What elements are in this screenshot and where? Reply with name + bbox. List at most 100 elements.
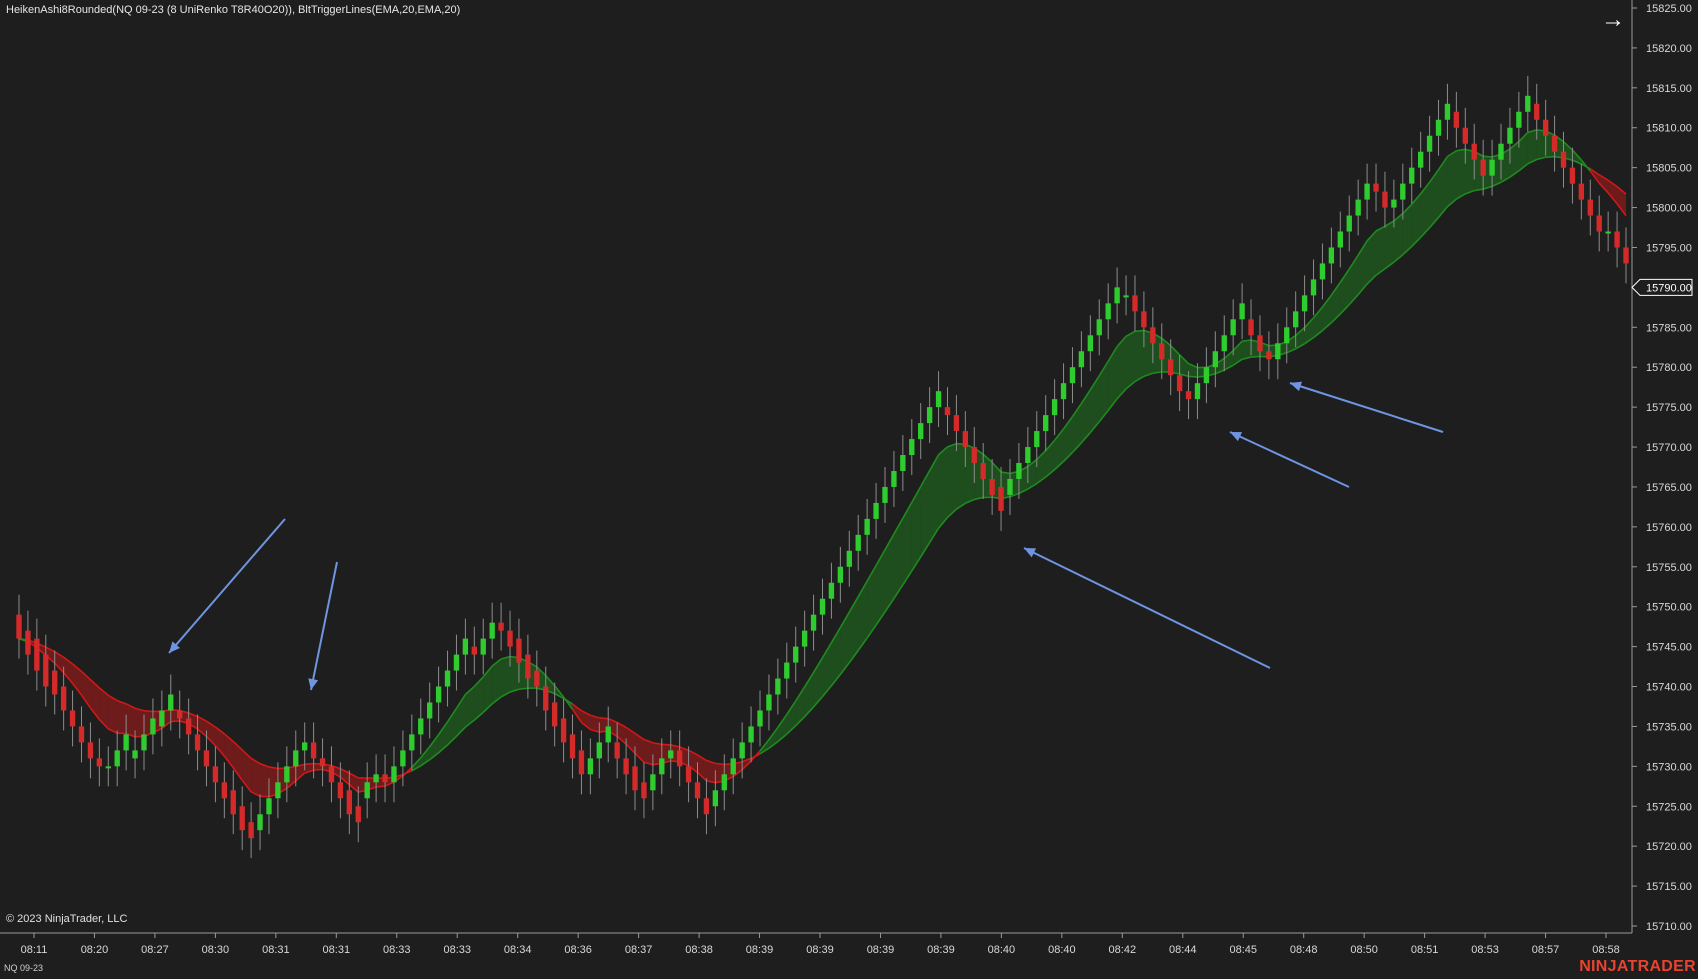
- candle[interactable]: [1123, 275, 1129, 316]
- candle[interactable]: [489, 602, 495, 659]
- candle[interactable]: [1578, 163, 1585, 220]
- candle[interactable]: [703, 778, 710, 835]
- candle[interactable]: [1060, 363, 1067, 420]
- candle[interactable]: [150, 698, 156, 755]
- chart-panel[interactable]: 15825.00 15820.00 15815.00 15810.00 15805.00…: [0, 0, 1698, 979]
- candle[interactable]: [319, 738, 326, 787]
- candle[interactable]: [1426, 115, 1433, 172]
- candle[interactable]: [837, 546, 844, 603]
- candle[interactable]: [1275, 323, 1281, 380]
- candle[interactable]: [721, 754, 727, 811]
- candle[interactable]: [909, 419, 915, 475]
- candle[interactable]: [1373, 163, 1379, 212]
- candle[interactable]: [1435, 99, 1442, 156]
- candle[interactable]: [668, 730, 674, 779]
- candle[interactable]: [926, 387, 933, 444]
- candle[interactable]: [114, 730, 120, 787]
- candle[interactable]: [159, 690, 165, 747]
- candle[interactable]: [212, 746, 219, 803]
- annotation-arrow[interactable]: [308, 561, 338, 691]
- candle[interactable]: [1096, 299, 1102, 356]
- candle[interactable]: [221, 762, 228, 819]
- candle[interactable]: [935, 371, 942, 428]
- candle[interactable]: [1114, 267, 1120, 324]
- candle[interactable]: [1587, 179, 1593, 236]
- candle[interactable]: [801, 610, 808, 667]
- candle[interactable]: [1239, 283, 1245, 340]
- candle[interactable]: [1614, 211, 1620, 268]
- candle[interactable]: [953, 395, 960, 452]
- candle[interactable]: [1337, 211, 1343, 268]
- candle[interactable]: [1453, 91, 1460, 148]
- candle[interactable]: [87, 722, 94, 779]
- candle[interactable]: [766, 674, 772, 731]
- candle[interactable]: [676, 730, 683, 787]
- candle[interactable]: [1417, 131, 1424, 188]
- candle[interactable]: [1007, 459, 1013, 515]
- candle[interactable]: [257, 794, 263, 851]
- candle[interactable]: [1382, 171, 1388, 228]
- candle[interactable]: [1319, 243, 1326, 300]
- candle[interactable]: [1444, 83, 1451, 140]
- candle[interactable]: [1185, 371, 1192, 420]
- candle[interactable]: [284, 746, 290, 803]
- candle[interactable]: [471, 626, 477, 675]
- candle[interactable]: [364, 762, 370, 819]
- candle[interactable]: [1203, 347, 1210, 404]
- candle[interactable]: [132, 730, 138, 779]
- candle[interactable]: [25, 610, 31, 675]
- candle[interactable]: [453, 634, 460, 691]
- candle[interactable]: [641, 762, 647, 819]
- candle[interactable]: [328, 746, 335, 803]
- candle[interactable]: [1132, 275, 1138, 332]
- candle[interactable]: [302, 722, 308, 771]
- candle[interactable]: [864, 498, 870, 555]
- annotation-arrow[interactable]: [1023, 547, 1271, 669]
- candle[interactable]: [1551, 115, 1558, 172]
- annotation-arrow[interactable]: [1289, 381, 1444, 433]
- candle[interactable]: [784, 642, 790, 699]
- candle[interactable]: [1212, 331, 1219, 388]
- candle[interactable]: [105, 746, 111, 787]
- candle[interactable]: [1623, 227, 1629, 284]
- candle[interactable]: [1043, 395, 1049, 452]
- annotation-arrow[interactable]: [1229, 431, 1350, 488]
- candle[interactable]: [828, 562, 835, 619]
- candle[interactable]: [846, 530, 852, 587]
- candle[interactable]: [882, 467, 888, 523]
- candle[interactable]: [16, 594, 22, 659]
- candle[interactable]: [1087, 315, 1094, 372]
- candle[interactable]: [418, 698, 424, 755]
- candle[interactable]: [1284, 307, 1290, 364]
- candle[interactable]: [248, 802, 254, 859]
- candle[interactable]: [748, 706, 754, 763]
- candle[interactable]: [900, 435, 906, 491]
- candle[interactable]: [1355, 179, 1361, 236]
- candle[interactable]: [1596, 195, 1602, 252]
- candle[interactable]: [1266, 331, 1272, 380]
- candle[interactable]: [1364, 163, 1370, 220]
- candle[interactable]: [462, 618, 469, 675]
- candle[interactable]: [444, 650, 451, 707]
- candle[interactable]: [498, 602, 504, 651]
- candle[interactable]: [560, 698, 567, 763]
- candle[interactable]: [793, 626, 799, 683]
- candle[interactable]: [1525, 75, 1531, 132]
- candle[interactable]: [757, 690, 763, 747]
- candle[interactable]: [1105, 283, 1111, 340]
- candle[interactable]: [819, 578, 826, 635]
- candle[interactable]: [1310, 259, 1317, 316]
- candle[interactable]: [391, 746, 397, 803]
- candle[interactable]: [69, 690, 76, 747]
- candle[interactable]: [177, 690, 183, 739]
- candle[interactable]: [1078, 331, 1085, 388]
- candle[interactable]: [355, 786, 361, 843]
- arrow-right-icon[interactable]: →: [1598, 6, 1628, 34]
- candle[interactable]: [185, 698, 192, 755]
- candle[interactable]: [96, 738, 103, 787]
- candle[interactable]: [1257, 315, 1263, 372]
- candle[interactable]: [230, 770, 236, 835]
- candle[interactable]: [43, 634, 49, 707]
- candle[interactable]: [569, 714, 576, 779]
- candle[interactable]: [1605, 211, 1611, 252]
